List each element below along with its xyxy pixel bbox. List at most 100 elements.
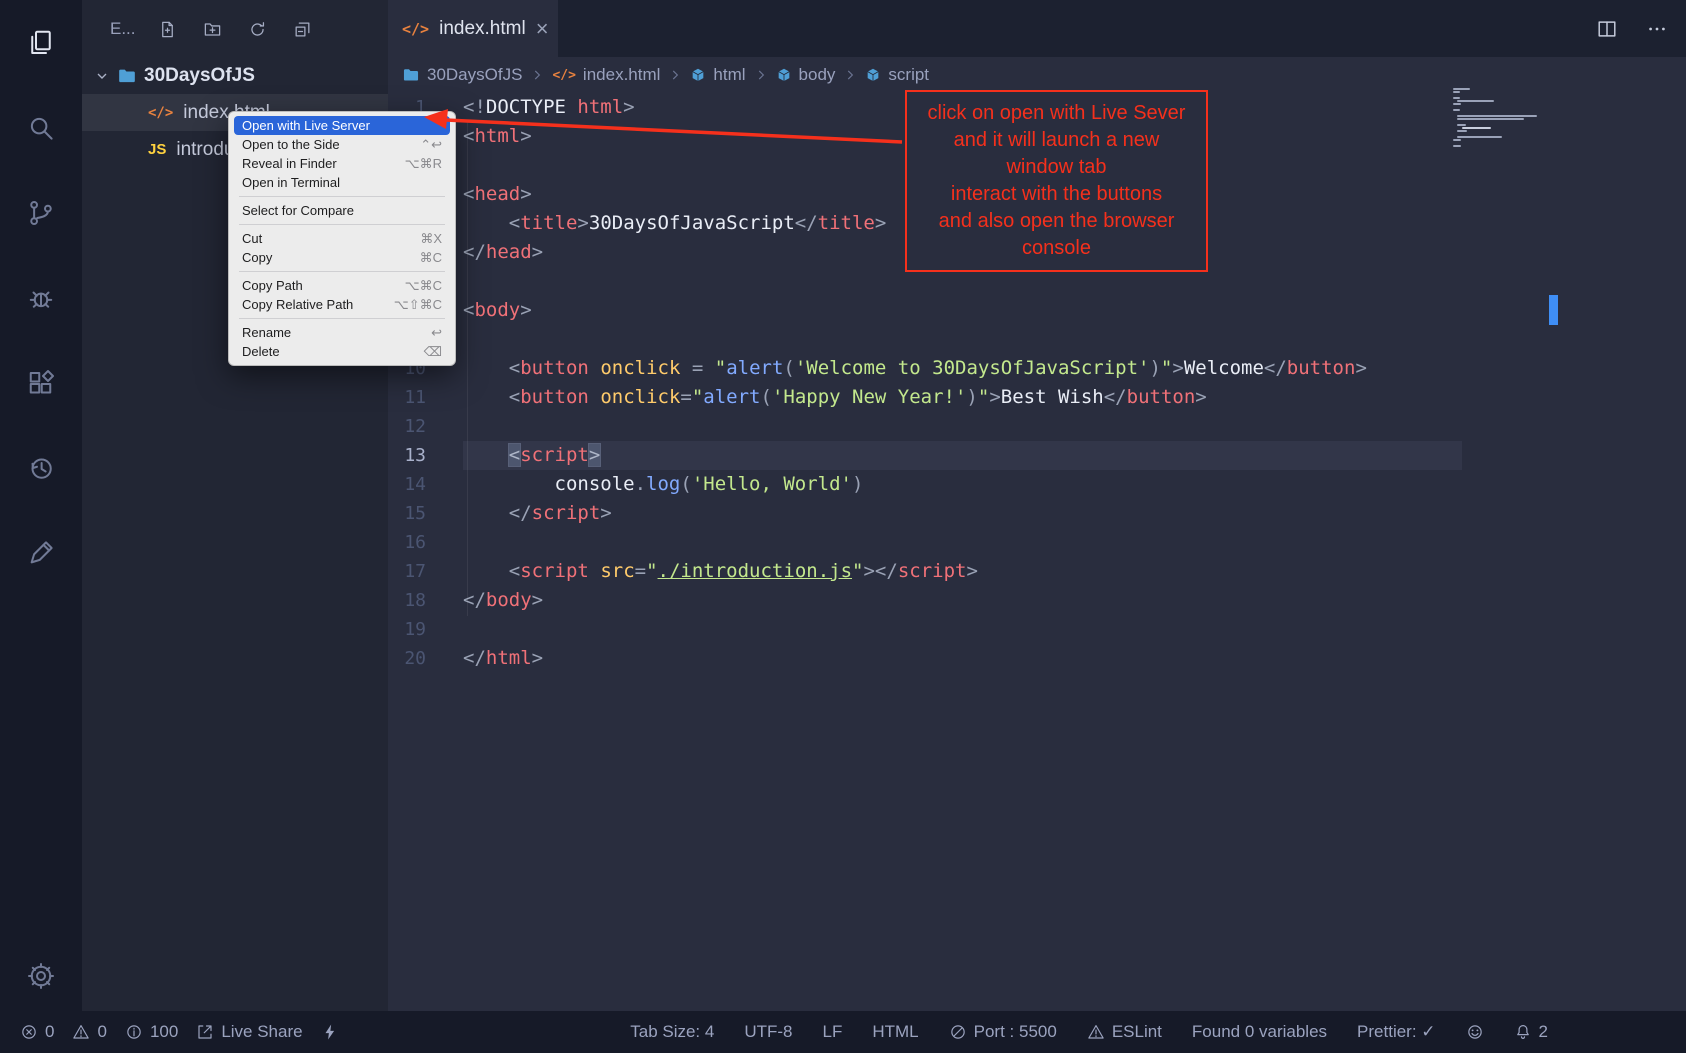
tab-bar: </> index.html ×	[388, 0, 1686, 57]
status-quick-action[interactable]	[321, 1023, 339, 1041]
minimap-line	[1457, 118, 1524, 120]
warning-triangle-icon	[1087, 1023, 1105, 1041]
search-icon[interactable]	[26, 113, 56, 143]
circle-slash-icon	[949, 1023, 967, 1041]
folder-icon	[117, 66, 137, 86]
more-icon[interactable]	[1646, 18, 1668, 40]
menu-item-open-in-terminal[interactable]: Open in Terminal	[234, 173, 450, 192]
extensions-icon[interactable]	[26, 368, 56, 398]
code-line-18: 18 </body>	[388, 586, 1686, 615]
source-control-icon[interactable]	[26, 198, 56, 228]
code-line-13: 13 <script>	[388, 441, 1686, 470]
bell-icon	[1514, 1023, 1532, 1041]
status-found-variables[interactable]: Found 0 variables	[1192, 1022, 1327, 1042]
code-line-19: 19	[388, 615, 1686, 644]
status-feedback-smiley[interactable]	[1466, 1023, 1484, 1041]
breadcrumb-body[interactable]: body	[776, 65, 836, 85]
symbol-cube-icon	[776, 67, 792, 83]
line-number: 14	[388, 470, 426, 499]
line-number: 17	[388, 557, 426, 586]
status-eol[interactable]: LF	[823, 1022, 843, 1042]
status-warnings[interactable]: 0	[72, 1022, 106, 1042]
minimap-line	[1453, 139, 1461, 141]
line-number: 18	[388, 586, 426, 615]
editor-actions	[1596, 0, 1668, 57]
code-line-10: 10 <button onclick = "alert('Welcome to …	[388, 354, 1686, 383]
history-icon[interactable]	[26, 453, 56, 483]
menu-item-label: Open with Live Server	[242, 118, 428, 133]
chevron-right-icon	[754, 68, 768, 82]
collapse-all-icon[interactable]	[293, 20, 312, 39]
status-info[interactable]: 100	[125, 1022, 178, 1042]
status-bar: 00 100 Live Share Tab Size: 4 UTF-8 LF HTML Po…	[0, 1011, 1686, 1053]
line-content: <body>	[463, 296, 1686, 325]
minimap[interactable]	[1453, 88, 1543, 148]
breadcrumb-script[interactable]: script	[865, 65, 929, 85]
menu-item-open-with-live-server[interactable]: Open with Live Server	[234, 116, 450, 135]
split-editor-icon[interactable]	[1596, 18, 1618, 40]
menu-item-rename[interactable]: Rename↩	[234, 323, 450, 342]
menu-item-label: Copy Relative Path	[242, 297, 380, 312]
status-eslint[interactable]: ESLint	[1087, 1022, 1162, 1042]
close-icon[interactable]: ×	[536, 18, 549, 40]
explorer-header: E...	[82, 0, 388, 58]
line-content: <script>	[463, 441, 1462, 470]
explorer-title: E...	[110, 19, 136, 39]
tab-index-html[interactable]: </> index.html ×	[388, 0, 558, 57]
menu-item-copy-relative-path[interactable]: Copy Relative Path⌥⇧⌘C	[234, 295, 450, 314]
status-left: 00 100 Live Share	[20, 1022, 339, 1042]
annotation-text: and also open the browser	[911, 208, 1202, 235]
annotation-text: interact with the buttons	[911, 181, 1202, 208]
status-encoding[interactable]: UTF-8	[744, 1022, 792, 1042]
status-errors[interactable]: 0	[20, 1022, 54, 1042]
tree-root-folder[interactable]: 30DaysOfJS	[82, 58, 388, 94]
line-content	[463, 412, 1686, 441]
line-content: <button onclick="alert('Happy New Year!'…	[463, 383, 1686, 412]
code-line-17: 17 <script src="./introduction.js"></scr…	[388, 557, 1686, 586]
explorer-actions	[158, 20, 312, 39]
menu-item-cut[interactable]: Cut⌘X	[234, 229, 450, 248]
line-content	[463, 325, 1686, 354]
breadcrumb-30DaysOfJS[interactable]: 30DaysOfJS	[402, 65, 522, 85]
menu-item-shortcut: ⌥⌘R	[405, 156, 442, 172]
refresh-icon[interactable]	[248, 20, 267, 39]
code-line-12: 12	[388, 412, 1686, 441]
pen-icon[interactable]	[26, 538, 56, 568]
minimap-line	[1457, 115, 1537, 117]
annotation-box: click on open with Live Severand it will…	[905, 90, 1208, 272]
menu-item-open-to-the-side[interactable]: Open to the Side⌃↩	[234, 135, 450, 154]
menu-item-copy-path[interactable]: Copy Path⌥⌘C	[234, 276, 450, 295]
status-language-mode[interactable]: HTML	[872, 1022, 918, 1042]
status-prettier[interactable]: Prettier: ✓	[1357, 1022, 1435, 1042]
new-file-icon[interactable]	[158, 20, 177, 39]
breadcrumb-index.html[interactable]: </>index.html	[552, 65, 660, 85]
status-notifications[interactable]: 2	[1514, 1022, 1548, 1042]
breadcrumb-html[interactable]: html	[690, 65, 745, 85]
activity-bar-top	[26, 28, 56, 568]
menu-item-delete[interactable]: Delete⌫	[234, 342, 450, 361]
lightning-icon	[321, 1023, 339, 1041]
menu-item-shortcut: ⌘C	[420, 250, 442, 266]
menu-item-label: Reveal in Finder	[242, 156, 391, 171]
code-line-8: 8<body>	[388, 296, 1686, 325]
minimap-line	[1457, 100, 1493, 102]
status-live-share[interactable]: Live Share	[196, 1022, 302, 1042]
settings-icon[interactable]	[26, 961, 56, 991]
status-live-server-port[interactable]: Port : 5500	[949, 1022, 1057, 1042]
info-circle-icon	[125, 1023, 143, 1041]
new-folder-icon[interactable]	[203, 20, 222, 39]
menu-item-reveal-in-finder[interactable]: Reveal in Finder ⌥⌘R	[234, 154, 450, 173]
line-content: </body>	[463, 586, 1686, 615]
share-box-icon	[196, 1023, 214, 1041]
explorer-icon[interactable]	[26, 28, 56, 58]
error-circle-icon	[20, 1023, 38, 1041]
line-number: 19	[388, 615, 426, 644]
run-debug-icon[interactable]	[26, 283, 56, 313]
menu-item-copy[interactable]: Copy⌘C	[234, 248, 450, 267]
status-tab-size[interactable]: Tab Size: 4	[630, 1022, 714, 1042]
annotation-text: console	[911, 235, 1202, 262]
code-line-16: 16	[388, 528, 1686, 557]
menu-item-label: Rename	[242, 325, 417, 340]
line-content: </html>	[463, 644, 1686, 673]
menu-item-select-for-compare[interactable]: Select for Compare	[234, 201, 450, 220]
